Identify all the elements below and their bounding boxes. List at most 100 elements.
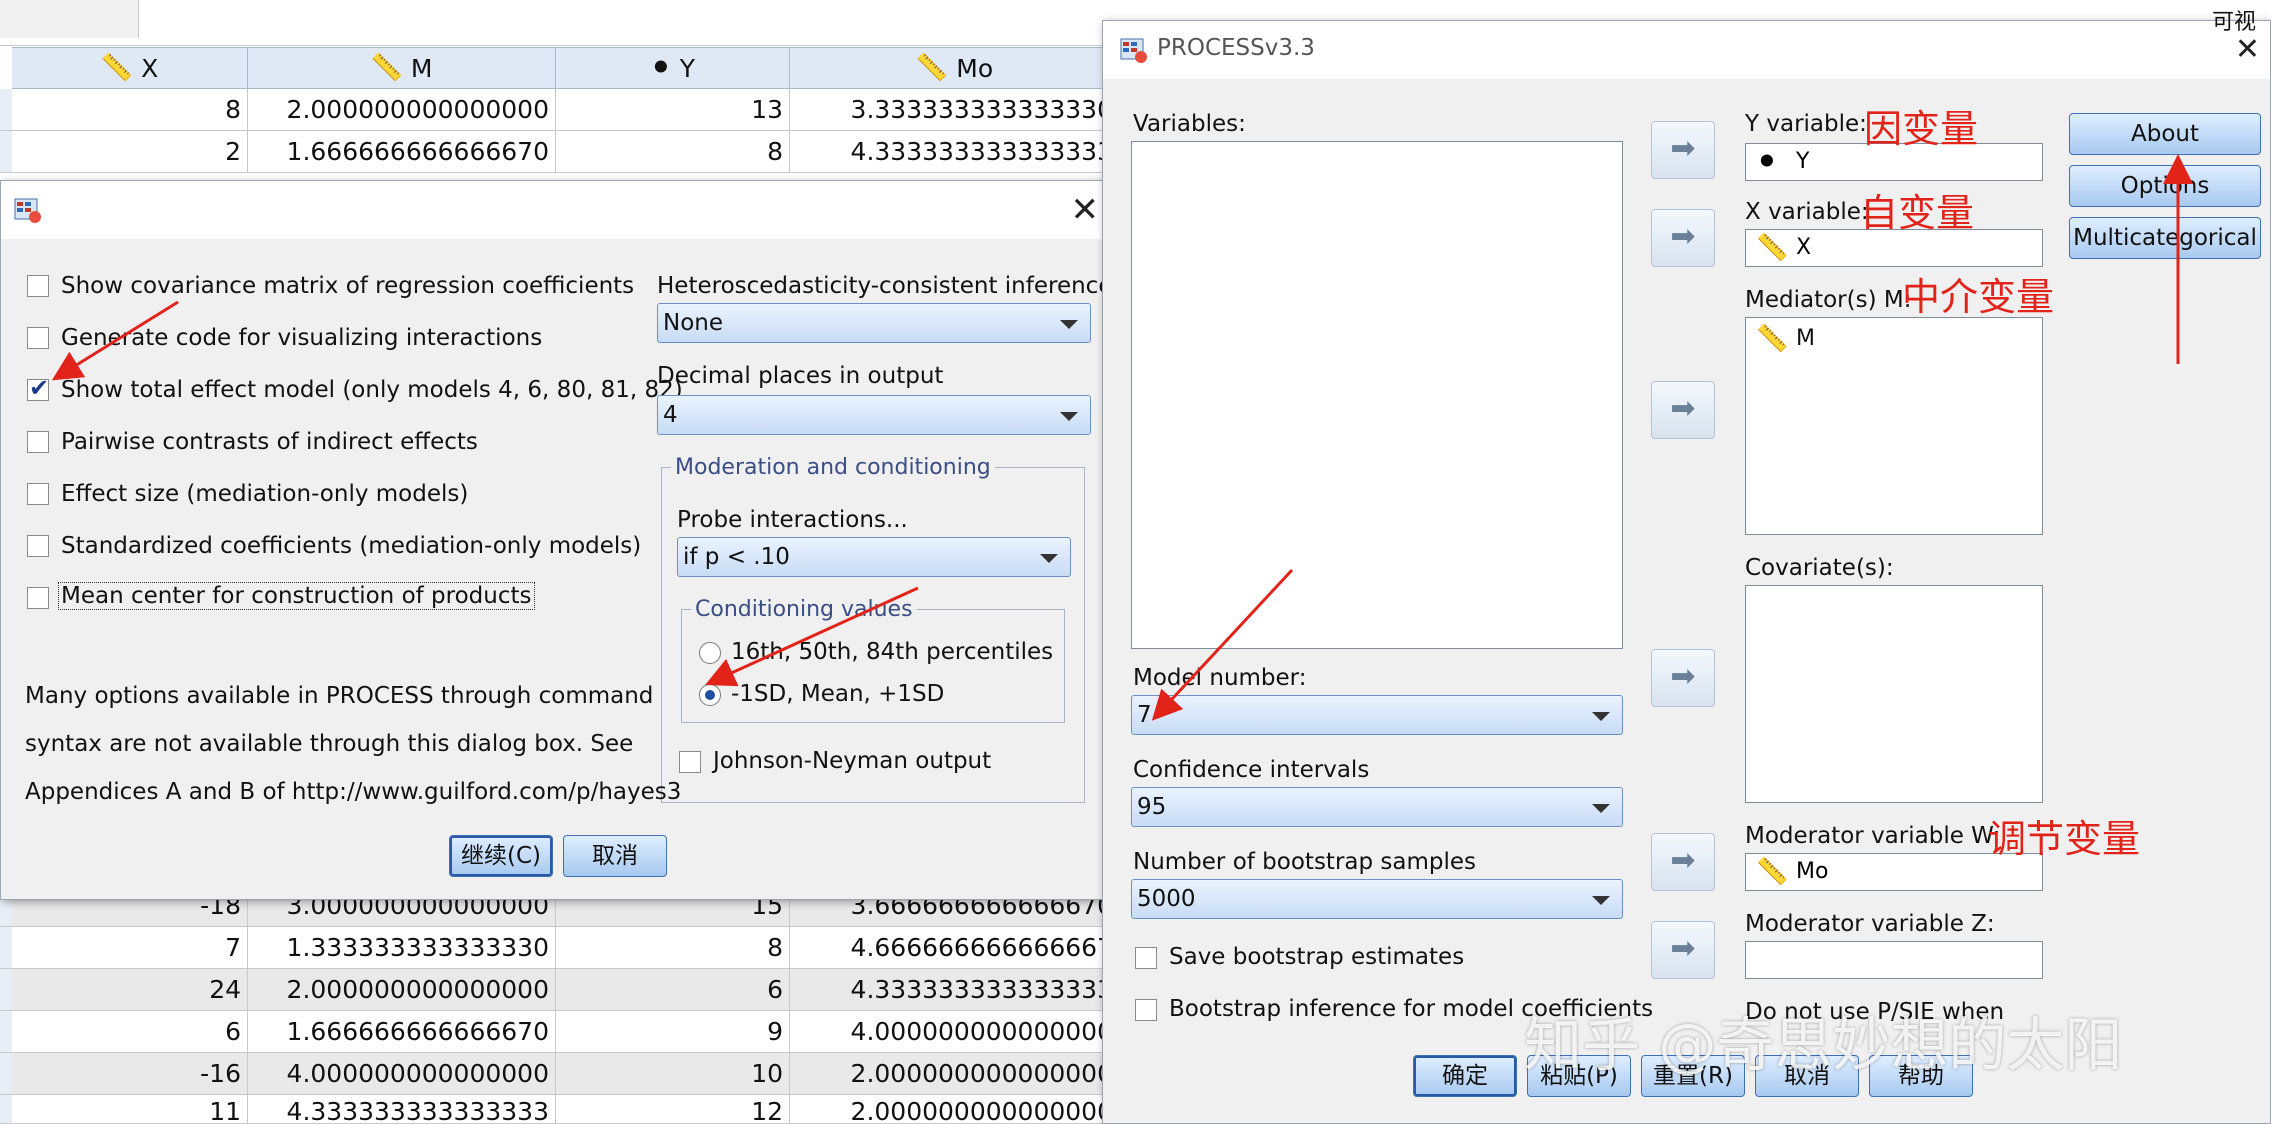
chevron-down-icon [1060, 412, 1078, 421]
checkbox-label: Mean center for construction of products [58, 582, 535, 610]
move-to-y-button[interactable]: ➡ [1651, 121, 1715, 179]
cell-name-box[interactable] [0, 0, 139, 38]
mediator-item[interactable]: M [1796, 326, 1815, 351]
variables-listbox[interactable] [1131, 141, 1623, 649]
annotation-mediator-variable: 中介变量 [1902, 275, 2055, 319]
table-cell[interactable]: 6 [12, 1011, 248, 1053]
ok-button[interactable]: 确定 [1413, 1055, 1517, 1097]
checkbox-johnson-neyman[interactable] [679, 751, 701, 773]
moderator-z-field[interactable] [1745, 941, 2043, 979]
decimal-places-select[interactable]: 4 [657, 395, 1091, 435]
radio-label: -1SD, Mean, +1SD [731, 681, 945, 707]
arrow-right-icon: ➡ [1670, 931, 1696, 966]
background-window-text: 可视 [2212, 10, 2257, 35]
probe-interactions-select[interactable]: if p < .10 [677, 537, 1071, 577]
checkbox-standardized-coefficients[interactable] [27, 535, 49, 557]
row-header[interactable] [0, 89, 12, 131]
table-cell[interactable]: 10 [556, 1053, 790, 1095]
continue-button[interactable]: 继续(C) [449, 835, 553, 877]
table-cell[interactable]: 6 [556, 969, 790, 1011]
row-header[interactable] [0, 1095, 12, 1124]
table-cell[interactable]: 3.333333333333330 [790, 89, 1120, 131]
checkbox-total-effect-model[interactable] [27, 374, 49, 402]
info-note-line: Appendices A and B of http://www.guilfor… [25, 779, 682, 805]
checkbox-label: Standardized coefficients (mediation-onl… [61, 533, 642, 559]
checkbox-visualize-interactions[interactable] [27, 327, 49, 349]
row-header[interactable] [0, 927, 12, 969]
table-cell[interactable]: 4.333333333333333 [790, 131, 1120, 173]
table-cell[interactable]: 8 [12, 89, 248, 131]
column-header-m[interactable]: 📏 M [248, 47, 556, 89]
checkbox-effect-size[interactable] [27, 483, 49, 505]
move-to-mediator-button[interactable]: ➡ [1651, 381, 1715, 439]
table-cell[interactable]: 4.666666666666667 [790, 927, 1120, 969]
table-cell[interactable]: 2.000000000000000 [790, 1095, 1120, 1124]
move-to-covariate-button[interactable]: ➡ [1651, 649, 1715, 707]
hc-inference-select[interactable]: None [657, 303, 1091, 343]
table-cell[interactable]: 8 [556, 927, 790, 969]
checkbox-covariance-matrix[interactable] [27, 275, 49, 297]
table-cell[interactable]: 1.666666666666670 [248, 131, 556, 173]
nominal-balls-icon: ⚫ [649, 53, 672, 83]
table-cell[interactable]: 2.000000000000000 [248, 969, 556, 1011]
bootstrap-samples-label: Number of bootstrap samples [1133, 849, 1477, 875]
checkbox-bootstrap-inference[interactable] [1135, 999, 1157, 1021]
table-cell[interactable]: 12 [556, 1095, 790, 1124]
covariate-listbox[interactable] [1745, 585, 2043, 803]
table-cell[interactable]: -16 [12, 1053, 248, 1095]
bootstrap-samples-select[interactable]: 5000 [1131, 879, 1623, 919]
table-cell[interactable]: 4.000000000000000 [790, 1011, 1120, 1053]
close-icon[interactable]: ✕ [2235, 33, 2260, 67]
ruler-icon: 📏 [1756, 857, 1789, 887]
table-cell[interactable]: 11 [12, 1095, 248, 1124]
options-button[interactable]: Options [2069, 165, 2261, 207]
checkbox-mean-center[interactable] [27, 587, 49, 609]
column-header-mo[interactable]: 📏 Mo [790, 47, 1120, 89]
column-header-x[interactable]: 📏 X [12, 47, 248, 89]
options-dialog: ✕ Show covariance matrix of regression c… [0, 180, 1118, 900]
table-cell[interactable]: 1.333333333333330 [248, 927, 556, 969]
move-to-z-button[interactable]: ➡ [1651, 921, 1715, 979]
table-cell[interactable]: 2.000000000000000 [790, 1053, 1120, 1095]
about-button[interactable]: About [2069, 113, 2261, 155]
process-dialog: PROCESSv3.3 ✕ Variables: ➡ ➡ ➡ ➡ ➡ ➡ Y v… [1102, 20, 2271, 1124]
table-cell[interactable]: 2.000000000000000 [248, 89, 556, 131]
multicategorical-button[interactable]: Multicategorical [2069, 217, 2261, 259]
conditioning-group-label: Conditioning values [691, 597, 917, 622]
probe-interactions-label: Probe interactions... [677, 507, 908, 533]
table-cell[interactable]: 1.666666666666670 [248, 1011, 556, 1053]
row-header[interactable] [0, 969, 12, 1011]
table-cell[interactable]: 4.333333333333333 [248, 1095, 556, 1124]
moderator-z-label: Moderator variable Z: [1745, 911, 1995, 937]
decimal-places-label: Decimal places in output [657, 363, 944, 389]
table-cell[interactable]: 4.333333333333333 [790, 969, 1120, 1011]
process-titlebar: PROCESSv3.3 ✕ [1103, 21, 2270, 79]
move-to-x-button[interactable]: ➡ [1651, 209, 1715, 267]
ruler-icon: 📏 [100, 53, 134, 83]
confidence-interval-select[interactable]: 95 [1131, 787, 1623, 827]
radio-sd[interactable] [699, 684, 721, 706]
move-to-w-button[interactable]: ➡ [1651, 833, 1715, 891]
radio-percentiles[interactable] [699, 642, 721, 664]
column-header-y[interactable]: ⚫ Y [556, 47, 790, 89]
mediator-listbox[interactable]: 📏 M [1745, 317, 2043, 535]
checkbox-pairwise-contrasts[interactable] [27, 431, 49, 453]
table-cell[interactable]: 9 [556, 1011, 790, 1053]
row-header[interactable] [0, 1011, 12, 1053]
table-cell[interactable]: 4.000000000000000 [248, 1053, 556, 1095]
table-cell[interactable]: 7 [12, 927, 248, 969]
arrow-right-icon: ➡ [1670, 219, 1696, 254]
moderation-group-label: Moderation and conditioning [671, 455, 995, 480]
cancel-button[interactable]: 取消 [563, 835, 667, 877]
close-icon[interactable]: ✕ [1071, 193, 1100, 227]
arrow-right-icon: ➡ [1670, 659, 1696, 694]
row-header[interactable] [0, 1053, 12, 1095]
table-cell[interactable]: 8 [556, 131, 790, 173]
table-cell[interactable]: 24 [12, 969, 248, 1011]
checkbox-save-bootstrap[interactable] [1135, 947, 1157, 969]
model-number-select[interactable]: 7 [1131, 695, 1623, 735]
table-cell[interactable]: 2 [12, 131, 248, 173]
row-header[interactable] [0, 131, 12, 173]
annotation-independent-variable: 自变量 [1860, 191, 1975, 235]
table-cell[interactable]: 13 [556, 89, 790, 131]
